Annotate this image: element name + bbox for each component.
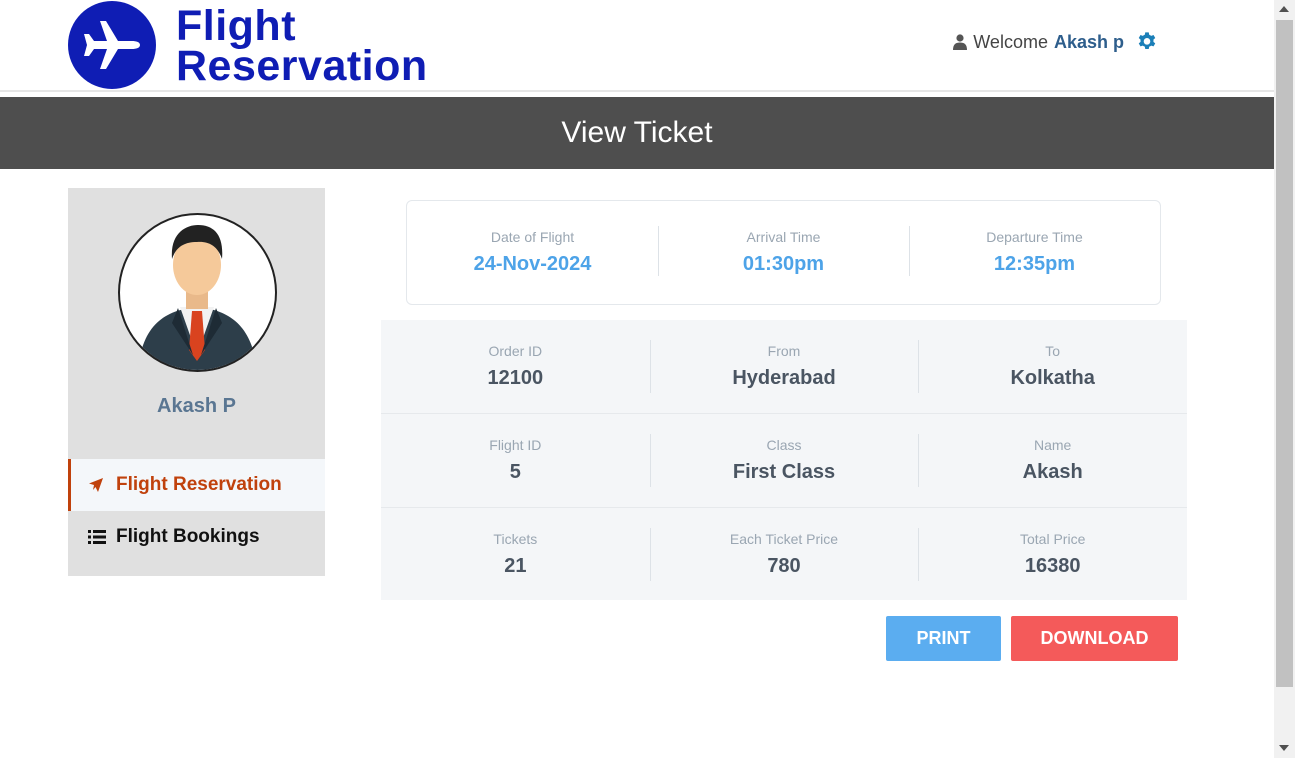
tickets: Tickets 21 [381,508,650,601]
to-value: Kolkatha [1010,367,1095,389]
ticket-details: Order ID 12100 From Hyderabad To Kolkath… [381,320,1187,600]
sidebar-item-flight-reservation[interactable]: Flight Reservation [68,459,325,511]
profile-name: Akash P [157,395,236,417]
tickets-value: 21 [504,555,527,577]
gear-icon[interactable] [1136,31,1158,53]
welcome-label: Welcome [973,31,1048,52]
departure-time-value: 12:35pm [993,253,1076,275]
vertical-scrollbar[interactable] [1274,0,1295,758]
order-id: Order ID 12100 [381,320,650,413]
arrival-time-label: Arrival Time [746,229,821,245]
from: From Hyderabad [649,320,919,413]
details-row: Flight ID 5 Class First Class Name Akash [381,413,1187,507]
avatar [118,213,277,372]
from-value: Hyderabad [732,367,836,389]
flight-id: Flight ID 5 [381,414,650,507]
download-button[interactable]: DOWNLOAD [1011,616,1178,661]
departure-time: Departure Time 12:35pm [909,201,1160,304]
arrival-time: Arrival Time 01:30pm [658,201,909,304]
passenger-name: Name Akash [918,414,1187,507]
welcome-area: Welcome Akash p [953,31,1158,53]
scroll-thumb[interactable] [1276,20,1293,687]
list-icon [88,530,116,544]
order-id-value: 12100 [487,367,544,389]
logo-line-1: Flight [176,2,297,50]
details-row: Tickets 21 Each Ticket Price 780 Total P… [381,507,1187,601]
total-price-value: 16380 [1024,555,1081,577]
sidebar-item-label: Flight Reservation [116,474,282,495]
logo-plane-icon[interactable] [68,1,156,89]
tickets-label: Tickets [493,531,538,547]
to: To Kolkatha [918,320,1187,413]
user-name[interactable]: Akash p [1054,32,1124,53]
site-header: Flight Reservation Welcome Akash p [0,0,1274,92]
sidebar-item-label: Flight Bookings [116,526,260,547]
logo-text[interactable]: Flight Reservation [176,2,428,90]
details-row: Order ID 12100 From Hyderabad To Kolkath… [381,320,1187,413]
to-label: To [1045,343,1061,359]
businessman-avatar-icon [138,225,257,370]
from-label: From [767,343,801,359]
each-ticket-price-label: Each Ticket Price [729,531,839,547]
name-value: Akash [1022,461,1083,483]
print-button[interactable]: PRINT [886,616,1001,661]
logo-line-2: Reservation [176,42,428,90]
total-price: Total Price 16380 [918,508,1187,601]
date-of-flight-value: 24-Nov-2024 [473,253,592,275]
each-ticket-price: Each Ticket Price 780 [649,508,919,601]
user-icon [953,34,968,50]
sidebar-item-flight-bookings[interactable]: Flight Bookings [68,511,325,563]
order-id-label: Order ID [488,343,543,359]
name-label: Name [1034,437,1072,453]
airplane-icon [84,21,140,69]
flight-summary-card: Date of Flight 24-Nov-2024 Arrival Time … [406,200,1161,305]
sidebar: Akash P Flight Reservation Flight Bookin… [68,188,325,576]
total-price-label: Total Price [1020,531,1086,547]
class-value: First Class [732,461,836,483]
departure-time-label: Departure Time [986,229,1083,245]
page-title: View Ticket [0,97,1274,169]
class: Class First Class [649,414,919,507]
flight-id-label: Flight ID [489,437,542,453]
flight-id-value: 5 [509,461,521,483]
class-label: Class [766,437,802,453]
scroll-up-arrow-icon[interactable] [1279,6,1289,12]
scroll-down-arrow-icon[interactable] [1279,745,1289,751]
each-ticket-price-value: 780 [767,555,801,577]
plane-icon [88,477,116,493]
date-of-flight: Date of Flight 24-Nov-2024 [407,201,658,304]
arrival-time-value: 01:30pm [742,253,825,275]
date-of-flight-label: Date of Flight [490,229,575,245]
